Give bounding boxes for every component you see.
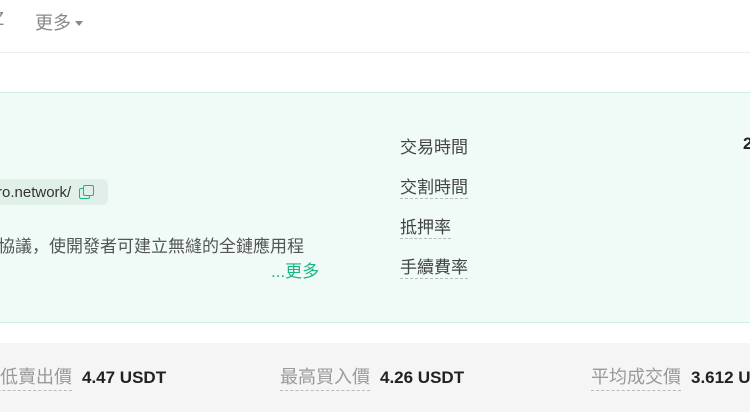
highest-buy-value: 4.26 USDT xyxy=(380,368,465,387)
top-nav: Z 更多 xyxy=(0,0,750,53)
website-url[interactable]: ro.network/ xyxy=(0,184,71,201)
highest-buy-label[interactable]: 最高買入價 xyxy=(280,363,370,391)
avg-price-label[interactable]: 平均成交價 xyxy=(591,363,681,391)
lowest-sell-stat: 最低賣出價 4.47 USDT xyxy=(0,363,166,391)
fee-rate-text: 手續費率 xyxy=(400,258,468,279)
trade-time-label: 交易時間 xyxy=(400,138,468,157)
price-stats-bar: 最低賣出價 4.47 USDT 最高買入價 4.26 USDT 平均成交價 3.… xyxy=(0,343,750,412)
copy-icon[interactable] xyxy=(79,185,95,199)
avg-price-value: 3.612 USDT xyxy=(691,368,750,387)
fee-rate-label[interactable]: 手續費率 xyxy=(400,253,468,279)
trade-time-value: 2 xyxy=(743,134,750,153)
nav-item-cut[interactable]: Z xyxy=(0,9,4,30)
nav-more-menu[interactable]: 更多 xyxy=(35,9,83,35)
lowest-sell-label[interactable]: 最低賣出價 xyxy=(0,363,72,391)
nav-more-label: 更多 xyxy=(35,13,71,33)
delivery-time-label[interactable]: 交割時間 xyxy=(400,173,468,199)
chevron-down-icon xyxy=(75,20,83,26)
collateral-rate-text: 抵押率 xyxy=(400,218,451,239)
lowest-sell-value: 4.47 USDT xyxy=(82,368,167,387)
delivery-time-text: 交割時間 xyxy=(400,178,468,199)
website-link-chip[interactable]: ro.network/ xyxy=(0,179,108,205)
project-description: 協議，使開發者可建立無縫的全鏈應用程 xyxy=(0,237,304,256)
read-more-link[interactable]: ...更多 xyxy=(271,257,319,282)
collateral-rate-label[interactable]: 抵押率 xyxy=(400,213,451,239)
avg-price-stat: 平均成交價 3.612 USDT xyxy=(591,363,750,391)
info-panel: ro.network/ 協議，使開發者可建立無縫的全鏈應用程 ...更多 交易時… xyxy=(0,92,750,323)
highest-buy-stat: 最高買入價 4.26 USDT xyxy=(280,363,464,391)
